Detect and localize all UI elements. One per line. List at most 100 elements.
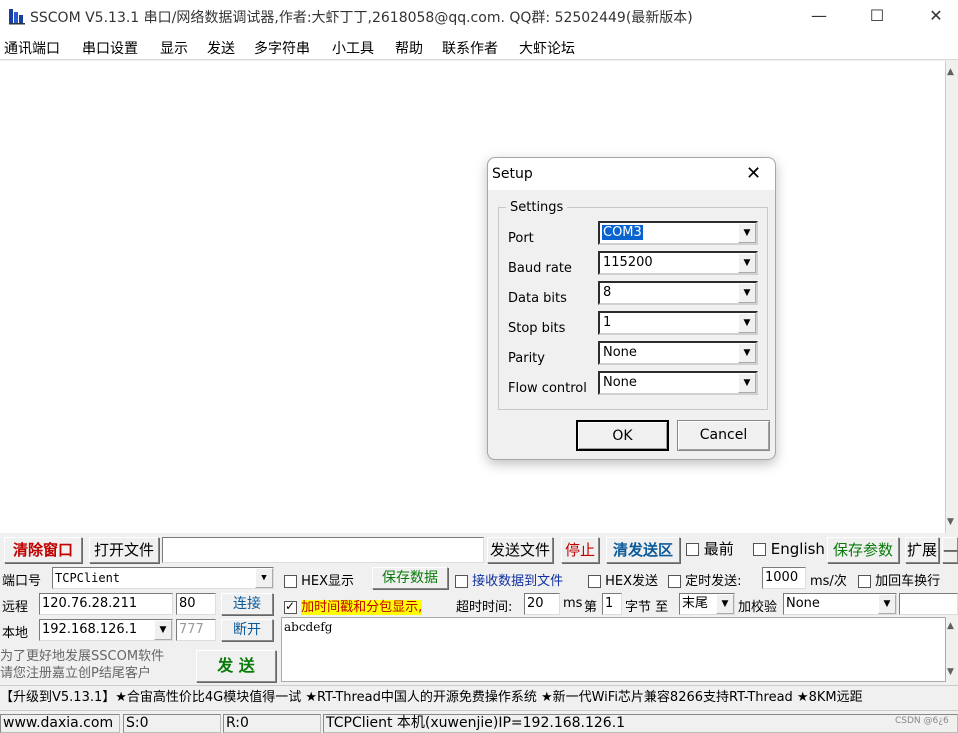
stop-button[interactable]: 停止 — [561, 537, 599, 563]
topmost-option[interactable]: 最前 — [686, 537, 734, 563]
disconnect-button[interactable]: 断开 — [221, 619, 273, 641]
ok-button[interactable]: OK — [576, 420, 669, 451]
timeout-input[interactable]: 20 — [524, 593, 560, 615]
english-checkbox[interactable] — [753, 543, 766, 556]
cancel-button[interactable]: Cancel — [677, 420, 770, 451]
chevron-down-icon[interactable]: ▼ — [878, 594, 896, 614]
menu-forum[interactable]: 大虾论坛 — [519, 38, 575, 58]
save-params-button[interactable]: 保存参数 — [827, 537, 899, 563]
menu-comm-port[interactable]: 通讯端口 — [4, 38, 60, 58]
menu-bar: 通讯端口 串口设置 显示 发送 多字符串 小工具 帮助 联系作者 大虾论坛 — [0, 32, 958, 60]
chevron-down-icon[interactable]: ▼ — [154, 620, 172, 640]
local-port-input[interactable]: 777 — [176, 619, 216, 641]
add-crlf-checkbox[interactable] — [858, 575, 871, 588]
menu-help[interactable]: 帮助 — [395, 38, 423, 58]
stop-bits-value: 1 — [603, 315, 612, 330]
add-crlf-option[interactable]: 加回车换行 — [858, 570, 940, 589]
checksum-result-field[interactable] — [899, 593, 958, 615]
parity-value: None — [603, 345, 637, 360]
receive-area[interactable] — [0, 61, 946, 533]
hex-send-checkbox[interactable] — [588, 575, 601, 588]
local-ip-select[interactable]: 192.168.126.1 ▼ — [39, 619, 173, 641]
chevron-down-icon[interactable]: ▼ — [738, 253, 756, 273]
hex-send-option[interactable]: HEX发送 — [588, 570, 658, 589]
collapse-button[interactable]: — — [942, 537, 958, 563]
port-select[interactable]: COM3 ▼ — [598, 221, 758, 245]
timestamp-label: 加时间戳和分包显示, — [301, 600, 423, 615]
clear-window-button[interactable]: 清除窗口 — [4, 537, 82, 563]
chevron-down-icon[interactable]: ▼ — [255, 568, 273, 588]
received-count: R:0 — [223, 714, 321, 733]
remote-ip-input[interactable]: 120.76.28.211 — [39, 593, 173, 615]
promo-line-1: 为了更好地发展SSCOM软件 — [0, 649, 165, 664]
checksum-value: None — [786, 596, 820, 611]
send-button[interactable]: 发 送 — [196, 650, 276, 682]
chevron-down-icon[interactable]: ▼ — [738, 373, 756, 393]
byte-end-select[interactable]: 末尾 ▼ — [679, 593, 735, 615]
remote-port-input[interactable]: 80 — [176, 593, 216, 615]
hex-display-checkbox[interactable] — [284, 575, 297, 588]
data-bits-select[interactable]: 8 ▼ — [598, 281, 758, 305]
dialog-close-icon[interactable]: ✕ — [746, 163, 761, 184]
menu-multi-string[interactable]: 多字符串 — [254, 38, 310, 58]
recv-to-file-checkbox[interactable] — [455, 575, 468, 588]
timeout-unit: ms — [563, 596, 583, 611]
send-file-button[interactable]: 发送文件 — [487, 537, 553, 563]
minimize-button[interactable]: — — [795, 0, 843, 32]
port-label: Port — [508, 231, 534, 246]
hex-display-option[interactable]: HEX显示 — [284, 570, 354, 589]
website-link[interactable]: www.daxia.com — [0, 714, 120, 733]
chevron-down-icon[interactable]: ▼ — [738, 223, 756, 243]
byte-index-input[interactable]: 1 — [602, 593, 622, 615]
receive-scrollbar[interactable]: ▲ ▼ — [946, 61, 958, 533]
timed-send-option[interactable]: 定时发送: — [668, 570, 742, 589]
timeout-label: 超时时间: — [456, 600, 513, 615]
menu-tools[interactable]: 小工具 — [332, 38, 374, 58]
checksum-select[interactable]: None ▼ — [783, 593, 897, 615]
maximize-button[interactable]: ☐ — [853, 0, 901, 32]
settings-group-label: Settings — [506, 200, 568, 215]
byte-suffix-label: 字节 至 — [625, 600, 669, 615]
menu-serial-settings[interactable]: 串口设置 — [82, 38, 138, 58]
stop-bits-select[interactable]: 1 ▼ — [598, 311, 758, 335]
interval-input[interactable]: 1000 — [762, 567, 806, 589]
chevron-down-icon[interactable]: ▼ — [738, 343, 756, 363]
menu-send[interactable]: 发送 — [207, 38, 235, 58]
english-label: English — [770, 540, 825, 558]
promo-marquee[interactable]: 【升级到V5.13.1】★合宙高性价比4G模块值得一试 ★RT-Thread中国… — [0, 685, 958, 709]
local-ip-value: 192.168.126.1 — [42, 622, 138, 637]
scroll-down-icon[interactable]: ▼ — [947, 667, 954, 677]
timestamp-option[interactable]: 加时间戳和分包显示, — [284, 596, 423, 615]
chevron-down-icon[interactable]: ▼ — [738, 283, 756, 303]
scroll-up-icon[interactable]: ▲ — [947, 621, 954, 631]
chevron-down-icon[interactable]: ▼ — [716, 594, 734, 614]
topmost-checkbox[interactable] — [686, 543, 699, 556]
menu-display[interactable]: 显示 — [160, 38, 188, 58]
sent-count: S:0 — [123, 714, 221, 733]
english-option[interactable]: English — [753, 537, 825, 563]
connect-button[interactable]: 连接 — [221, 593, 273, 615]
send-scrollbar[interactable]: ▲ ▼ — [946, 617, 958, 682]
flow-control-select[interactable]: None ▼ — [598, 371, 758, 395]
chevron-down-icon[interactable]: ▼ — [738, 313, 756, 333]
file-path-input[interactable] — [162, 537, 484, 563]
parity-label: Parity — [508, 351, 545, 366]
timestamp-checkbox[interactable] — [284, 599, 297, 614]
clear-send-button[interactable]: 清发送区 — [606, 537, 680, 563]
data-bits-label: Data bits — [508, 291, 567, 306]
baud-rate-select[interactable]: 115200 ▼ — [598, 251, 758, 275]
save-data-button[interactable]: 保存数据 — [372, 567, 448, 589]
parity-select[interactable]: None ▼ — [598, 341, 758, 365]
menu-contact-author[interactable]: 联系作者 — [442, 38, 498, 58]
close-button[interactable]: ✕ — [912, 0, 958, 32]
status-bar: www.daxia.com S:0 R:0 TCPClient 本机(xuwen… — [0, 710, 958, 733]
port-number-value: TCPClient — [55, 571, 121, 585]
send-text-area[interactable]: abcdefg — [281, 617, 946, 682]
timed-send-checkbox[interactable] — [668, 575, 681, 588]
expand-button[interactable]: 扩展 — [905, 537, 939, 563]
scroll-up-icon[interactable]: ▲ — [947, 67, 954, 77]
port-number-select[interactable]: TCPClient ▼ — [52, 567, 274, 589]
recv-to-file-option[interactable]: 接收数据到文件 — [455, 570, 563, 589]
scroll-down-icon[interactable]: ▼ — [947, 517, 954, 527]
open-file-button[interactable]: 打开文件 — [89, 537, 159, 563]
